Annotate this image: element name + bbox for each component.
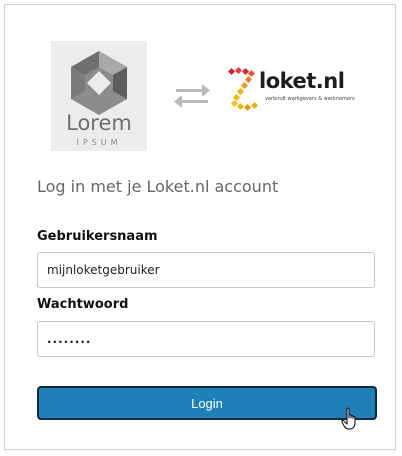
password-input[interactable] [37,321,375,357]
swap-arrows-icon [174,84,210,108]
hand-pointer-cursor-icon [341,407,356,430]
page-title: Log in met je Loket.nl account [37,177,279,196]
lorem-logo-text: Lorem [66,111,132,135]
password-label: Wachtwoord [37,297,129,312]
username-input[interactable] [37,252,375,288]
loket-logo: loket.nl verbindt werkgevers & werknemer… [227,66,355,117]
loket-logo-text: loket.nl [259,69,345,93]
login-card: Lorem IPSUM loket.nl verbindt werkgevers… [4,4,396,450]
ipsum-logo-text: IPSUM [76,138,122,147]
lorem-ipsum-logo: Lorem IPSUM [51,41,147,151]
lorem-hexagon-icon [71,51,127,115]
loket-tagline: verbindt werkgevers & werknemers [265,96,355,102]
username-label: Gebruikersnaam [37,229,158,244]
loket-z-mark-icon [227,66,259,112]
login-button[interactable]: Login [37,386,377,420]
